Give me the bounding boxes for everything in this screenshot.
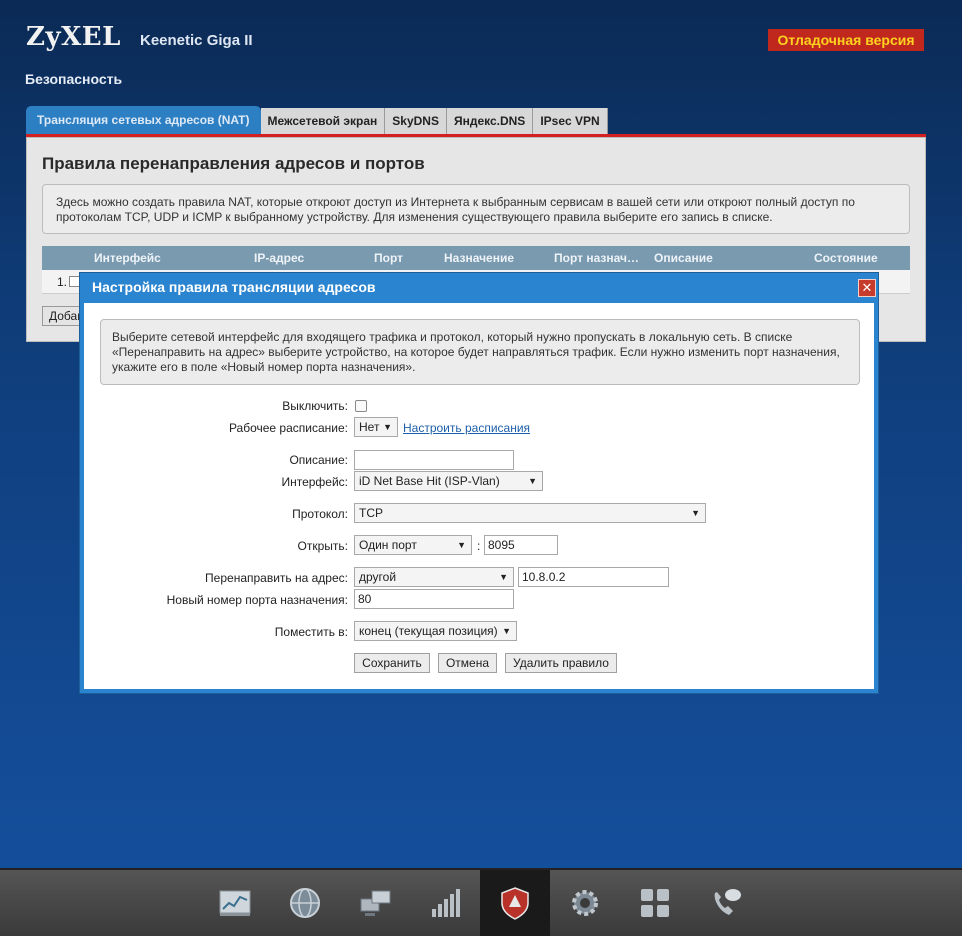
protocol-select[interactable]: TCP ▼ [354, 503, 706, 523]
dialog-info: Выберите сетевой интерфейс для входящего… [100, 319, 860, 385]
chevron-down-icon: ▼ [691, 508, 700, 518]
nav-applications[interactable] [620, 870, 690, 936]
new-port-input[interactable]: 80 [354, 589, 514, 609]
port-separator: : [477, 539, 481, 553]
section-title: Безопасность [25, 71, 123, 87]
place-value: конец (текущая позиция) [359, 624, 498, 638]
model-name: Keenetic Giga II [140, 32, 253, 49]
col-description[interactable]: Описание [654, 251, 713, 265]
row-number: 1. [57, 275, 68, 289]
nav-telephony[interactable] [690, 870, 760, 936]
nav-security[interactable] [480, 870, 550, 936]
apps-icon [641, 889, 669, 917]
cancel-button[interactable]: Отмена [438, 653, 497, 673]
chevron-down-icon: ▼ [502, 626, 511, 636]
chevron-down-icon: ▼ [457, 540, 466, 550]
col-status[interactable]: Состояние [814, 251, 878, 265]
tab-firewall[interactable]: Межсетевой экран [260, 108, 386, 134]
panel-info: Здесь можно создать правила NAT, которые… [42, 184, 910, 234]
nav-home-network[interactable] [340, 870, 410, 936]
schedule-select[interactable]: Нет ▼ [354, 417, 398, 437]
interface-select[interactable]: iD Net Base Hit (ISP-Vlan) ▼ [354, 471, 543, 491]
open-label: Открыть: [297, 539, 348, 553]
dialog-body: Выберите сетевой интерфейс для входящего… [84, 303, 874, 689]
tab-nat[interactable]: Трансляция сетевых адресов (NAT) [26, 106, 261, 134]
header: ZyXEL Keenetic Giga II Отладочная версия… [0, 0, 962, 100]
gear-icon [572, 890, 598, 916]
description-input[interactable] [354, 450, 514, 470]
col-port[interactable]: Порт [374, 251, 403, 265]
chevron-down-icon: ▼ [499, 572, 508, 582]
delete-rule-button[interactable]: Удалить правило [505, 653, 617, 673]
nav-monitor[interactable] [200, 870, 270, 936]
col-dest-port[interactable]: Порт назнач… [554, 251, 639, 265]
network-icon [360, 890, 391, 916]
open-select[interactable]: Один порт ▼ [354, 535, 472, 555]
redirect-label: Перенаправить на адрес: [205, 571, 348, 585]
tab-skydns[interactable]: SkyDNS [385, 108, 447, 134]
chevron-down-icon: ▼ [528, 476, 537, 486]
disable-checkbox[interactable] [355, 400, 367, 412]
chart-icon [219, 890, 251, 916]
protocol-label: Протокол: [292, 507, 348, 521]
interface-label: Интерфейс: [281, 475, 348, 489]
panel-title: Правила перенаправления адресов и портов [42, 154, 425, 173]
rules-table-header: Интерфейс IP-адрес Порт Назначение Порт … [42, 246, 910, 270]
tab-yandex-dns[interactable]: Яндекс.DNS [446, 108, 534, 134]
close-icon[interactable]: ✕ [858, 279, 876, 297]
signal-icon [432, 889, 460, 917]
new-port-label: Новый номер порта назначения: [166, 593, 348, 607]
redirect-ip-input[interactable]: 10.8.0.2 [518, 567, 669, 587]
interface-value: iD Net Base Hit (ISP-Vlan) [359, 474, 500, 488]
place-label: Поместить в: [274, 625, 348, 639]
phone-icon [714, 889, 741, 915]
schedule-value: Нет [359, 420, 380, 434]
col-interface[interactable]: Интерфейс [94, 251, 161, 265]
shield-icon [501, 887, 529, 920]
schedule-label: Рабочее расписание: [228, 421, 348, 435]
place-select[interactable]: конец (текущая позиция) ▼ [354, 621, 517, 641]
chevron-down-icon: ▼ [383, 422, 392, 432]
col-ip[interactable]: IP-адрес [254, 251, 304, 265]
nav-internet[interactable] [270, 870, 340, 936]
redirect-select[interactable]: другой ▼ [354, 567, 514, 587]
nav-system[interactable] [550, 870, 620, 936]
description-label: Описание: [289, 453, 348, 467]
dialog-title: Настройка правила трансляции адресов [92, 279, 376, 295]
open-port-input[interactable]: 8095 [484, 535, 558, 555]
col-destination[interactable]: Назначение [444, 251, 514, 265]
tab-ipsec-vpn[interactable]: IPsec VPN [533, 108, 608, 134]
zyxel-logo: ZyXEL [26, 22, 121, 52]
nav-wifi[interactable] [410, 870, 480, 936]
protocol-value: TCP [359, 506, 383, 520]
bottom-nav [0, 868, 962, 936]
configure-schedules-link[interactable]: Настроить расписания [403, 421, 530, 435]
redirect-value: другой [359, 570, 397, 584]
tab-bar: Трансляция сетевых адресов (NAT) Межсете… [26, 106, 608, 134]
disable-label: Выключить: [282, 399, 348, 413]
debug-badge: Отладочная версия [768, 29, 924, 51]
open-value: Один порт [359, 538, 417, 552]
nat-rule-dialog: Настройка правила трансляции адресов ✕ В… [79, 272, 879, 694]
save-button[interactable]: Сохранить [354, 653, 430, 673]
add-rule-button[interactable]: Добавить [42, 306, 82, 326]
globe-icon [290, 888, 320, 918]
